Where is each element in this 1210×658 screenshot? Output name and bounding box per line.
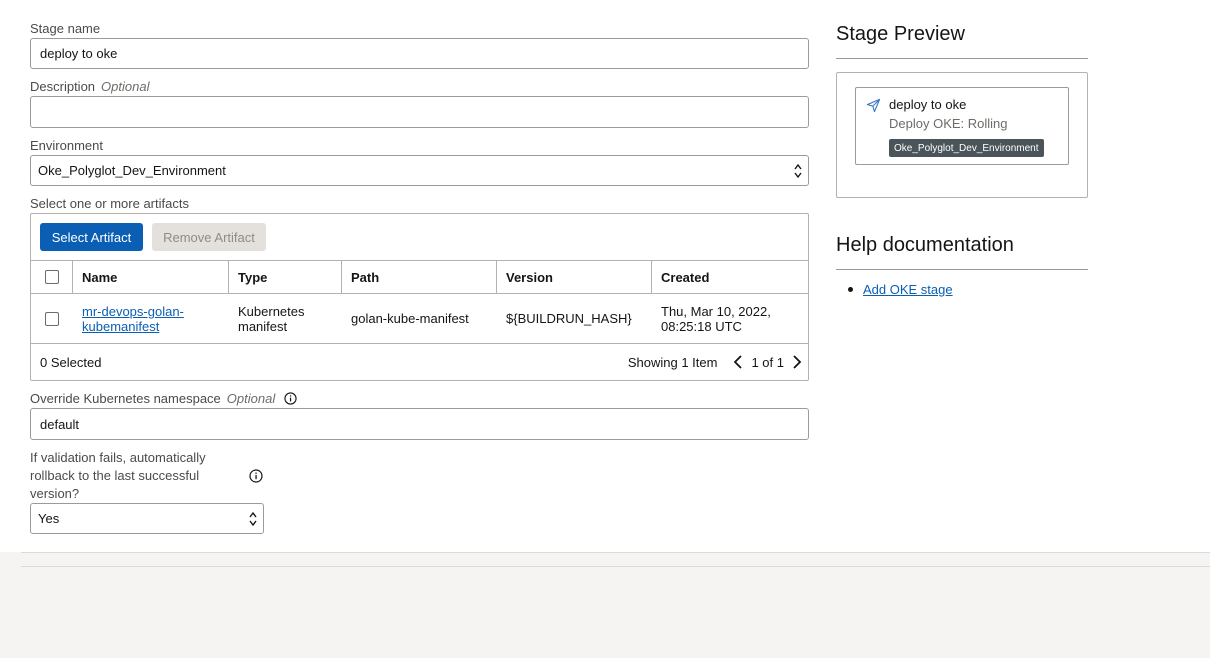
table-footer: 0 Selected Showing 1 Item 1 of 1 [31, 344, 808, 380]
artifact-type-cell: Kubernetes manifest [229, 294, 342, 343]
divider [836, 58, 1088, 59]
remove-artifact-button: Remove Artifact [152, 223, 266, 251]
rollback-select[interactable]: Yes [30, 503, 264, 534]
description-label-text: Description [30, 79, 96, 94]
column-header-created[interactable]: Created [652, 261, 808, 293]
card-subtitle: Deploy OKE: Rolling [889, 116, 1008, 131]
namespace-value: default [40, 416, 80, 432]
select-all-cell [31, 261, 73, 293]
artifact-type-line1: Kubernetes [238, 303, 305, 319]
artifact-type-line2: manifest [238, 318, 288, 334]
showing-count: Showing 1 Item [627, 354, 718, 370]
namespace-label: Override Kubernetes namespace Optional [30, 391, 297, 406]
environment-select[interactable]: Oke_Polyglot_Dev_Environment [30, 155, 809, 186]
rollback-value: Yes [38, 511, 60, 526]
divider [21, 566, 1210, 567]
divider [21, 552, 1210, 553]
artifact-created-cell: Thu, Mar 10, 2022, 08:25:18 UTC [652, 294, 808, 343]
environment-tag: Oke_Polyglot_Dev_Environment [889, 139, 1044, 157]
stage-name-value: deploy to oke [40, 46, 118, 61]
artifact-name-line1: mr-devops-golan- [82, 303, 184, 319]
column-header-path[interactable]: Path [342, 261, 497, 293]
environment-label-text: Environment [30, 138, 103, 153]
column-header-type[interactable]: Type [229, 261, 342, 293]
select-caret-icon [249, 511, 257, 527]
select-caret-icon [794, 163, 802, 179]
artifact-name-link[interactable]: mr-devops-golan- kubemanifest [82, 304, 184, 334]
description-label: Description Optional [30, 79, 149, 94]
stage-name-label: Stage name [30, 21, 100, 36]
artifact-path: golan-kube-manifest [351, 311, 469, 326]
divider [836, 269, 1088, 270]
rollback-label-line3: version? [30, 486, 80, 501]
rollback-label-line1: If validation fails, automatically [30, 450, 206, 465]
bullet [848, 287, 853, 292]
chevron-left-icon[interactable] [733, 354, 743, 370]
artifact-version-cell: ${BUILDRUN_HASH} [497, 294, 652, 343]
page-indicator: 1 of 1 [751, 354, 784, 370]
artifact-version: ${BUILDRUN_HASH} [506, 311, 632, 326]
namespace-label-text: Override Kubernetes namespace [30, 391, 221, 406]
artifacts-panel: Select Artifact Remove Artifact Name Typ… [30, 213, 809, 381]
stage-preview-heading: Stage Preview [836, 23, 965, 45]
artifacts-label: Select one or more artifacts [30, 196, 189, 211]
environment-label: Environment [30, 138, 103, 153]
namespace-optional: Optional [226, 391, 276, 406]
artifact-path-cell: golan-kube-manifest [342, 294, 497, 343]
help-heading: Help documentation [836, 234, 1014, 256]
namespace-input[interactable]: default [30, 408, 809, 440]
table-row: mr-devops-golan- kubemanifest Kubernetes… [31, 294, 808, 344]
help-links: Add OKE stage [836, 282, 953, 297]
footer-area [0, 552, 1210, 658]
send-icon [866, 98, 881, 113]
artifacts-table-header: Name Type Path Version Created [31, 260, 808, 294]
rollback-label-line2: rollback to the last successful [30, 468, 200, 483]
add-oke-stage-link[interactable]: Add OKE stage [863, 282, 953, 297]
stage-preview-card: deploy to oke Deploy OKE: Rolling Oke_Po… [855, 87, 1069, 165]
list-item: Add OKE stage [836, 282, 953, 297]
chevron-right-icon[interactable] [792, 354, 802, 370]
description-optional: Optional [101, 79, 150, 94]
artifact-name-cell: mr-devops-golan- kubemanifest [73, 294, 229, 343]
row-checkbox[interactable] [45, 311, 59, 326]
stage-name-label-text: Stage name [30, 21, 101, 36]
artifacts-label-text: Select one or more artifacts [30, 196, 189, 211]
selected-count: 0 Selected [40, 354, 102, 370]
rollback-info-icon[interactable] [249, 469, 263, 483]
artifact-created-line2: 08:25:18 UTC [661, 318, 742, 334]
column-header-version[interactable]: Version [497, 261, 652, 293]
pagination: Showing 1 Item 1 of 1 [628, 344, 802, 380]
rollback-label: If validation fails, automatically rollb… [30, 449, 270, 503]
artifact-created-line1: Thu, Mar 10, 2022, [661, 303, 771, 319]
select-artifact-button[interactable]: Select Artifact [40, 223, 143, 251]
info-icon[interactable] [284, 392, 297, 405]
artifact-name-line2: kubemanifest [82, 318, 160, 334]
stage-preview-panel: deploy to oke Deploy OKE: Rolling Oke_Po… [836, 72, 1088, 198]
stage-name-input[interactable]: deploy to oke [30, 38, 809, 69]
description-input[interactable] [30, 96, 809, 128]
column-header-name[interactable]: Name [73, 261, 229, 293]
environment-value: Oke_Polyglot_Dev_Environment [38, 163, 226, 178]
select-all-checkbox[interactable] [44, 270, 59, 284]
card-title: deploy to oke [889, 97, 967, 112]
row-select-cell [31, 294, 73, 343]
